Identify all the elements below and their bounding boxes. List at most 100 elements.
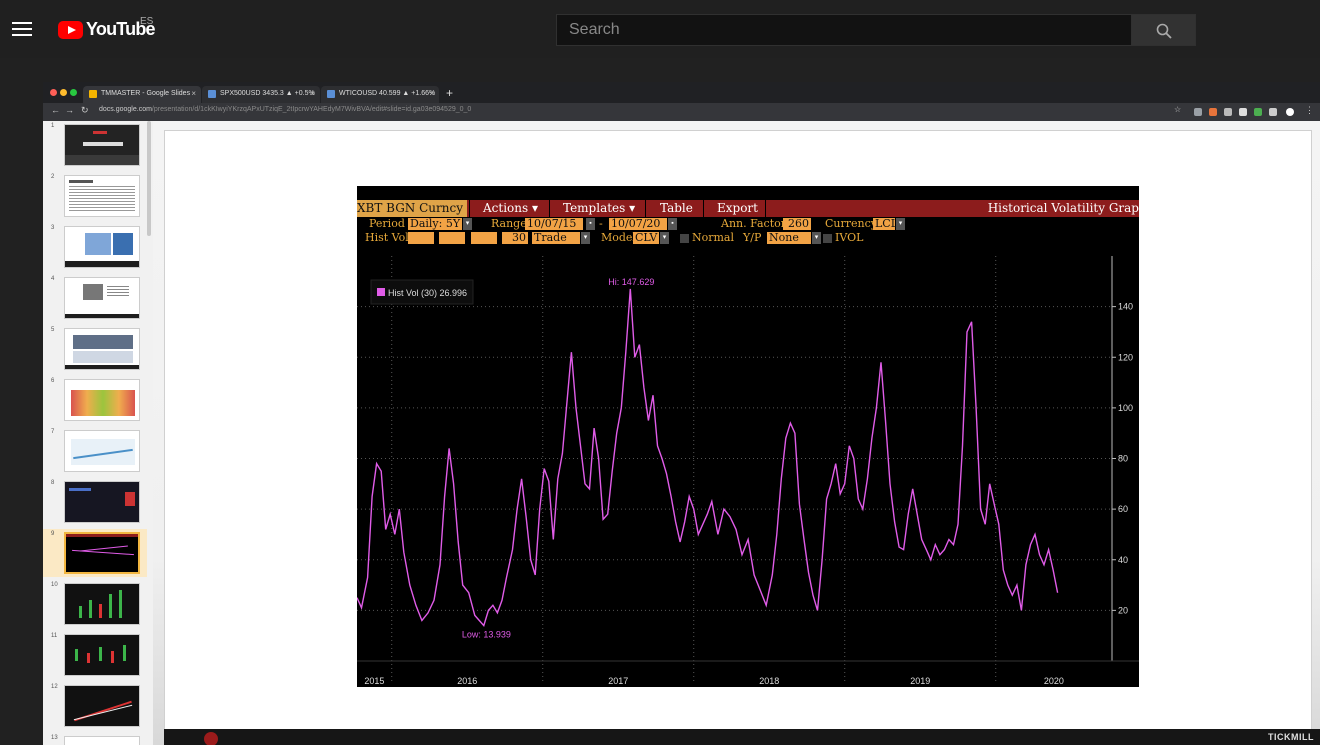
browser-menu-icon: ⋮ [1305,105,1314,115]
slide-thumbnail: 13 [43,733,147,745]
ticker-field: XBT BGN Curncy [357,200,467,217]
extension-icon [1194,108,1202,116]
browser-address-bar: ← → ↻ docs.google.com/presentation/d/1ck… [43,103,1320,121]
y-tick-label: 40 [1118,555,1128,565]
browser-tab: TMMASTER - Google Slides × [83,86,201,103]
terminal-menu-bar: XBT BGN Curncy Actions ▾ Templates ▾ Tab… [357,200,1139,217]
slide-thumbnail-selected: 9 [43,529,147,577]
search-icon [1156,23,1172,39]
extension-icon [1254,108,1262,116]
currency-label: Currency [825,217,877,230]
hist-vol-window-field [439,232,465,244]
y-tick-label: 80 [1118,454,1128,464]
yp-label: Y/P [743,231,762,244]
y-tick-label: 140 [1118,302,1133,312]
legend-label: Hist Vol (30) 26.996 [388,288,467,298]
volatility-chart: 20406080100120140 2015 2016 2017 2018 2019 20… [357,256,1139,686]
normal-label: Normal [692,231,735,244]
slide-thumbnail: 5 [43,325,147,373]
ann-factor-field: 260 [783,218,811,230]
slide-thumbnail: 7 [43,427,147,475]
browser-tab-strip: TMMASTER - Google Slides × SPX500USD 343… [43,82,1320,103]
dropdown-arrow-icon: ▾ [812,232,821,244]
slide-thumbnail: 11 [43,631,147,679]
tradingview-favicon-icon [208,90,216,98]
new-tab-icon: + [446,86,454,100]
tickmill-brand: TICKMILL [1268,732,1314,742]
calendar-icon: ▪ [586,218,595,230]
templates-menu: Templates ▾ [563,201,636,215]
low-annotation: Low: 13.939 [462,630,511,640]
extensions-puzzle-icon [1269,108,1277,116]
model-field: CLV [633,231,659,244]
chart-grid [357,256,1112,681]
calendar-icon: ▪ [668,218,677,230]
profile-avatar [1286,108,1294,116]
menu-icon[interactable] [12,22,32,38]
back-icon: ← [51,105,60,115]
reload-icon: ↻ [81,105,89,115]
extension-icon [1209,108,1217,116]
dropdown-arrow-icon: ▾ [660,232,669,244]
extension-icon [1224,108,1232,116]
actions-menu: Actions ▾ [483,201,538,215]
slide-thumbnail: 12 [43,682,147,730]
search-input[interactable]: Search [556,14,1132,46]
ann-factor-label: Ann. Factor [721,217,787,230]
range-end-field: 10/07/20 [609,218,667,230]
x-tick-label: 2017 [608,676,628,686]
tickmill-logo-icon [204,732,218,745]
ivol-checkbox [823,234,832,243]
hist-vol-window-field [471,232,497,244]
forward-icon: → [65,105,74,115]
slide-thumbnail: 4 [43,274,147,322]
url-text: docs.google.com/presentation/d/1ckKIwyiY… [99,106,472,113]
youtube-top-bar: YouTube ES Search [0,0,1320,58]
bookmark-star-icon: ☆ [1174,105,1182,114]
x-tick-label: 2016 [457,676,477,686]
slide-thumbnail: 6 [43,376,147,424]
high-annotation: Hi: 147.629 [608,277,654,287]
slide-thumbnail: 3 [43,223,147,271]
period-field: Daily: 5Y [408,217,462,230]
period-label: Period [369,217,405,230]
chart-legend: Hist Vol (30) 26.996 [370,279,474,305]
window-minimize-icon [60,89,67,96]
trade-field: Trade [532,232,580,244]
tradingview-favicon-icon [327,90,335,98]
youtube-play-icon [58,21,83,39]
export-menu: Export [717,201,758,215]
slide-thumbnail: 8 [43,478,147,526]
dropdown-arrow-icon: ▾ [463,218,472,230]
search-button[interactable] [1131,14,1196,46]
dropdown-arrow-icon: ▾ [581,232,590,244]
tab-close-icon: × [191,89,196,98]
slide-thumbnail: 10 [43,580,147,628]
screen-title: Historical Volatility Grap [987,201,1139,215]
slide-thumbnail: 2 [43,172,147,220]
dropdown-arrow-icon: ▾ [896,218,905,230]
y-tick-label: 120 [1118,352,1133,362]
thumbnail-scrollbar [147,121,151,236]
x-tick-label: 2019 [910,676,930,686]
legend-swatch-icon [377,288,385,296]
hist-vol-window-field [408,232,434,244]
range-separator: - [599,217,603,230]
slide-thumbnail: 1 [43,121,147,169]
extension-icon [1239,108,1247,116]
y-tick-label: 20 [1118,605,1128,615]
range-start-field: 10/07/15 [525,218,583,230]
browser-tab: WTICOUSD 40.599 ▲ +1.66% × [321,86,439,103]
browser-tab: SPX500USD 3435.3 ▲ +0.5% × [202,86,320,103]
currency-field: LCL [873,217,899,230]
bloomberg-hvg-screen: XBT BGN Curncy Actions ▾ Templates ▾ Tab… [357,186,1139,687]
slide-thumbnail-panel: 1 2 3 4 5 6 7 8 9 10 11 12 13 [43,121,153,745]
x-tick-label: 2020 [1044,676,1064,686]
x-axis: 2015 2016 2017 2018 2019 2020 [357,660,1139,686]
normal-checkbox [680,234,689,243]
y-axis: 20 40 60 80 100 120 140 [1111,256,1133,661]
x-tick-label: 2015 [364,676,384,686]
x-tick-label: 2018 [759,676,779,686]
y-tick-label: 60 [1118,504,1128,514]
range-label: Range [491,217,527,230]
